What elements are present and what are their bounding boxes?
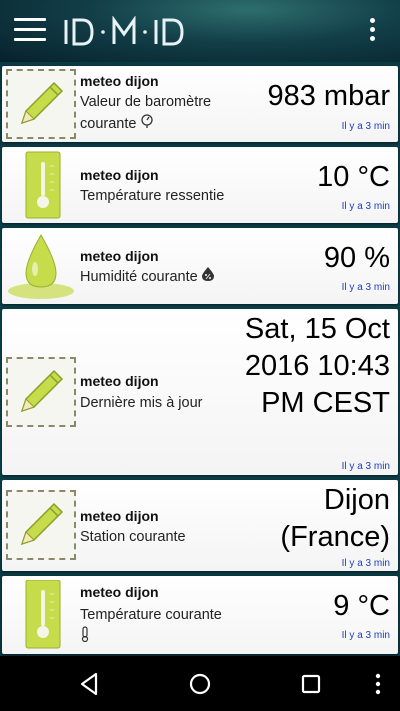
- device-name: meteo dijon: [80, 584, 159, 600]
- last-update-time: Il y a 3 min: [341, 282, 390, 293]
- back-icon[interactable]: [76, 670, 104, 698]
- sensor-value: 983 mbar: [267, 80, 390, 112]
- sensor-card-last-update[interactable]: meteo dijon Dernière mis à jour Sat, 15 …: [2, 309, 398, 475]
- sensor-description: Dernière mis à jour: [80, 395, 203, 411]
- navigation-bar: [0, 656, 400, 711]
- sensor-description: Humidité courante: [80, 266, 280, 288]
- thermometer-icon: [6, 150, 76, 220]
- pencil-icon: [6, 490, 76, 560]
- overflow-menu-icon[interactable]: [360, 18, 384, 46]
- sensor-card-current-temperature[interactable]: meteo dijon Température courante 9 °C Il…: [2, 576, 398, 654]
- device-name: meteo dijon: [80, 167, 159, 183]
- app-logo: [62, 15, 202, 57]
- sensor-list: meteo dijon Valeur de baromètre courante…: [0, 62, 400, 656]
- sensor-value: 90 %: [323, 242, 390, 274]
- sensor-description: Valeur de baromètre courante: [80, 91, 240, 135]
- sensor-card-station[interactable]: meteo dijon Station courante Dijon (Fran…: [2, 480, 398, 571]
- menu-icon[interactable]: [14, 18, 48, 44]
- sensor-value: 10 °C: [317, 161, 390, 193]
- thermometer-small-icon: [80, 626, 90, 649]
- sensor-description: Température ressentie: [80, 188, 225, 204]
- last-update-time: Il y a 3 min: [341, 461, 390, 472]
- device-name: meteo dijon: [80, 373, 159, 389]
- device-name: meteo dijon: [80, 73, 159, 89]
- idmid-logo: [64, 15, 184, 46]
- recent-apps-icon[interactable]: [297, 670, 325, 698]
- sensor-card-humidity[interactable]: meteo dijon Humidité courante 90 % Il y …: [2, 228, 398, 304]
- sensor-description: Température courante: [80, 604, 240, 649]
- last-update-time: Il y a 3 min: [341, 201, 390, 212]
- pencil-icon: [6, 357, 76, 427]
- last-update-time: Il y a 3 min: [341, 558, 390, 569]
- nav-menu-icon[interactable]: [364, 670, 392, 698]
- sensor-value: Sat, 15 Oct 2016 10:43 PM CEST: [244, 313, 390, 419]
- sensor-card-barometer[interactable]: meteo dijon Valeur de baromètre courante…: [2, 66, 398, 142]
- home-icon[interactable]: [186, 670, 214, 698]
- sensor-description: Station courante: [80, 529, 186, 545]
- device-name: meteo dijon: [80, 248, 159, 264]
- water-drop-icon: [6, 231, 76, 301]
- sensor-value: Dijon (France): [280, 484, 390, 553]
- thermometer-icon: [6, 580, 76, 650]
- pencil-icon: [6, 69, 76, 139]
- last-update-time: Il y a 3 min: [341, 121, 390, 132]
- device-name: meteo dijon: [80, 508, 159, 524]
- sensor-card-felt-temperature[interactable]: meteo dijon Température ressentie 10 °C …: [2, 147, 398, 223]
- barometer-icon: [140, 113, 154, 135]
- humidity-drop-icon: [201, 266, 214, 288]
- app-bar: [0, 0, 400, 62]
- sensor-value: 9 °C: [333, 590, 390, 622]
- last-update-time: Il y a 3 min: [341, 630, 390, 641]
